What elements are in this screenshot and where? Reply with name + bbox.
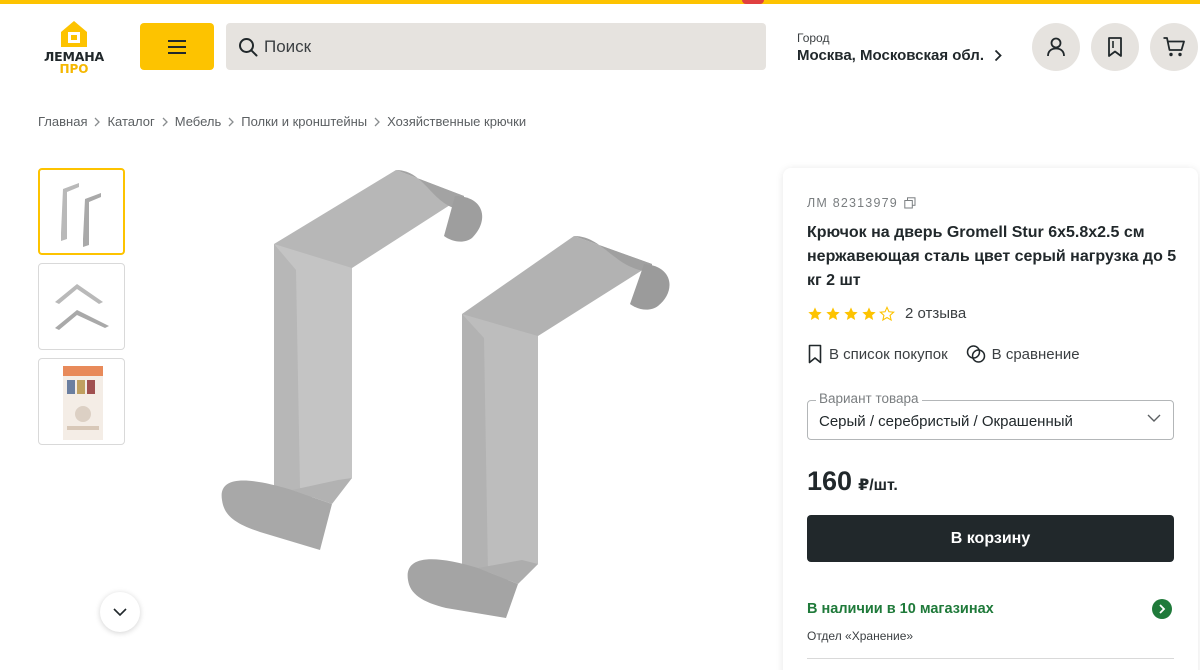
add-to-compare-button[interactable]: В сравнение [966, 344, 1080, 364]
cart-button[interactable] [1150, 23, 1198, 71]
site-header: ЛЕМАНА ПРО Город Москва, Московская обл. [0, 4, 1200, 90]
breadcrumb-item-shelves[interactable]: Полки и кронштейны [241, 114, 367, 129]
product-main-image[interactable] [200, 160, 700, 640]
reviews-count[interactable]: 2 отзыва [905, 305, 966, 322]
thumbnail-1[interactable] [38, 168, 125, 255]
menu-icon [168, 39, 186, 54]
availability-link[interactable]: В наличии в 10 магазинах [807, 601, 994, 617]
hooks-thumbnail-image [60, 182, 101, 247]
variant-label: Вариант товара [816, 391, 922, 406]
shopping-list-header-button[interactable] [1091, 23, 1139, 71]
thumbnail-3[interactable] [38, 358, 125, 445]
add-to-cart-button[interactable]: В корзину [807, 515, 1174, 562]
product-actions: В список покупок В сравнение [807, 344, 1080, 364]
product-info-card: ЛМ 82313979 Крючок на дверь Gromell Stur… [783, 168, 1198, 670]
city-label: Город [797, 31, 830, 45]
breadcrumb-item-home[interactable]: Главная [38, 114, 87, 129]
price-value: 160 [807, 466, 853, 496]
chevron-right-icon [374, 117, 381, 127]
thumbnails-scroll-down-button[interactable] [100, 592, 140, 632]
shopping-list-label: В список покупок [829, 345, 948, 363]
thumbnail-2[interactable] [38, 263, 125, 350]
add-to-shopping-list-button[interactable]: В список покупок [807, 344, 948, 364]
copy-icon[interactable] [904, 197, 916, 209]
bookmark-icon [808, 344, 822, 364]
star-filled-icon [844, 306, 858, 320]
availability-arrow-button[interactable] [1152, 599, 1172, 619]
catalog-menu-button[interactable] [140, 23, 214, 70]
compare-label: В сравнение [991, 345, 1080, 363]
bookmark-icon [1108, 37, 1122, 57]
search-icon [239, 37, 258, 56]
city-value: Москва, Московская обл. [797, 47, 984, 64]
search-bar[interactable] [226, 23, 766, 70]
product-rating[interactable]: 2 отзыва [807, 305, 966, 322]
profile-button[interactable] [1032, 23, 1080, 71]
user-icon [1047, 37, 1065, 57]
star-empty-icon [879, 305, 895, 321]
cart-icon [1163, 37, 1185, 57]
door-hooks-image [221, 170, 670, 618]
search-input[interactable] [264, 36, 744, 57]
hooks-side-thumbnail-image [54, 283, 109, 330]
logo[interactable]: ЛЕМАНА ПРО [38, 20, 110, 78]
variant-value: Серый / серебристый / Окрашенный [819, 413, 1073, 430]
breadcrumb-item-catalog[interactable]: Каталог [107, 114, 154, 129]
house-logo-icon [61, 21, 87, 47]
breadcrumb-item-furniture[interactable]: Мебель [175, 114, 222, 129]
price-unit: ₽/шт. [858, 477, 898, 494]
chevron-right-icon [94, 117, 101, 127]
sku-text: ЛМ 82313979 [807, 196, 898, 210]
logo-text-secondary: ПРО [59, 62, 89, 76]
star-filled-icon [808, 306, 822, 320]
product-price: 160 ₽/шт. [807, 466, 898, 497]
city-selector[interactable]: Город Москва, Московская обл. [797, 31, 1007, 64]
breadcrumb-item-hooks[interactable]: Хозяйственные крючки [387, 114, 526, 129]
department-label: Отдел «Хранение» [807, 629, 914, 643]
star-filled-icon [826, 306, 840, 320]
chevron-right-icon [994, 49, 1002, 62]
variant-select[interactable]: Вариант товара Серый / серебристый / Окр… [807, 391, 1174, 440]
divider [807, 658, 1174, 659]
product-sku: ЛМ 82313979 [807, 196, 916, 210]
product-title: Крючок на дверь Gromell Stur 6x5.8x2.5 с… [807, 224, 1177, 289]
breadcrumb: Главная Каталог Мебель Полки и кронштейн… [38, 114, 526, 129]
star-filled-icon [862, 306, 876, 320]
chevron-right-icon [228, 117, 235, 127]
chevron-right-icon [162, 117, 168, 127]
chevron-down-icon [1147, 414, 1161, 422]
chevron-down-icon [113, 608, 127, 616]
chevron-right-icon [1159, 604, 1166, 614]
packaging-thumbnail-image [62, 365, 103, 440]
thumbnail-gallery [38, 168, 140, 632]
compare-icon [966, 345, 985, 363]
